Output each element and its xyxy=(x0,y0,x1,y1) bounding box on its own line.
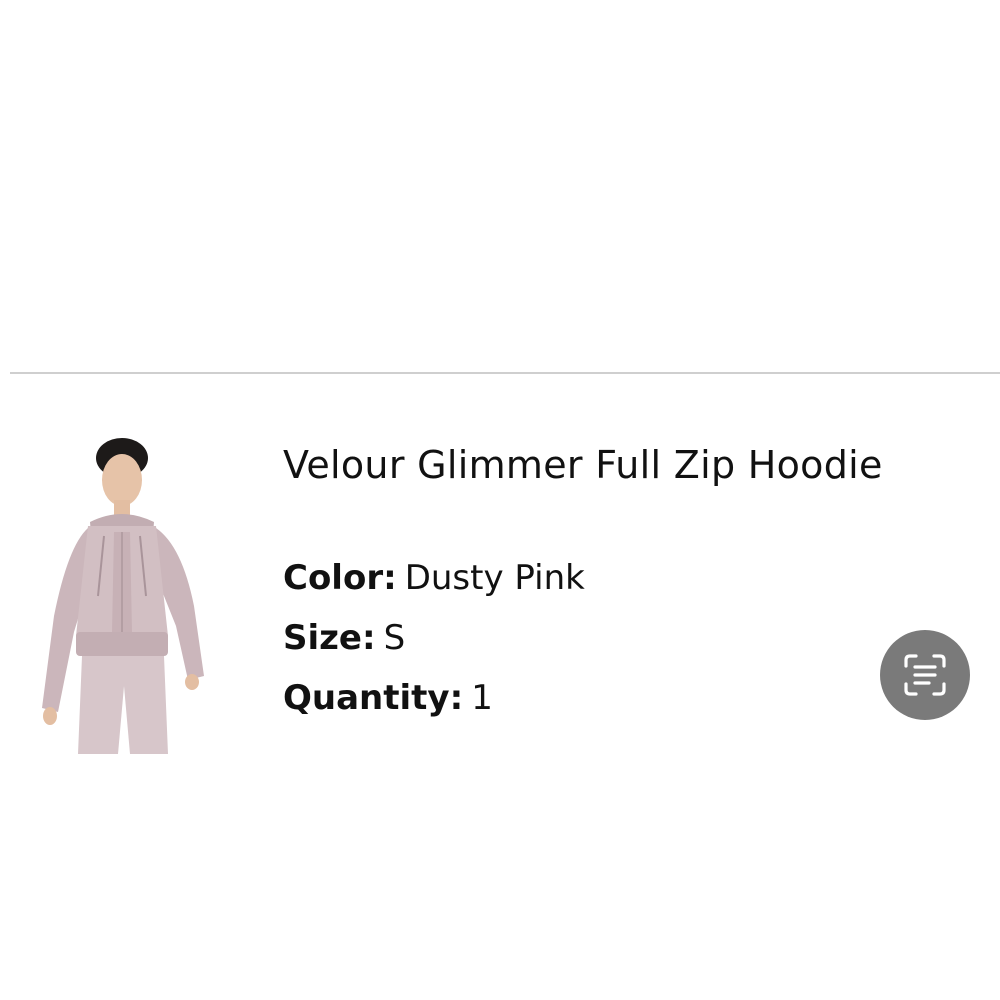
attribute-color: Color: Dusty Pink xyxy=(283,558,585,598)
color-label: Color: xyxy=(283,558,397,598)
size-value: S xyxy=(383,618,406,658)
product-image[interactable] xyxy=(32,436,212,754)
attribute-quantity: Quantity: 1 xyxy=(283,678,493,718)
size-label: Size: xyxy=(283,618,376,658)
text-scan-button[interactable] xyxy=(880,630,970,720)
text-scan-icon xyxy=(904,654,946,696)
quantity-value: 1 xyxy=(471,678,493,718)
product-illustration xyxy=(42,438,204,754)
product-title[interactable]: Velour Glimmer Full Zip Hoodie xyxy=(283,443,883,487)
attribute-size: Size: S xyxy=(283,618,405,658)
color-value: Dusty Pink xyxy=(404,558,585,598)
divider xyxy=(10,372,1000,374)
quantity-label: Quantity: xyxy=(283,678,464,718)
